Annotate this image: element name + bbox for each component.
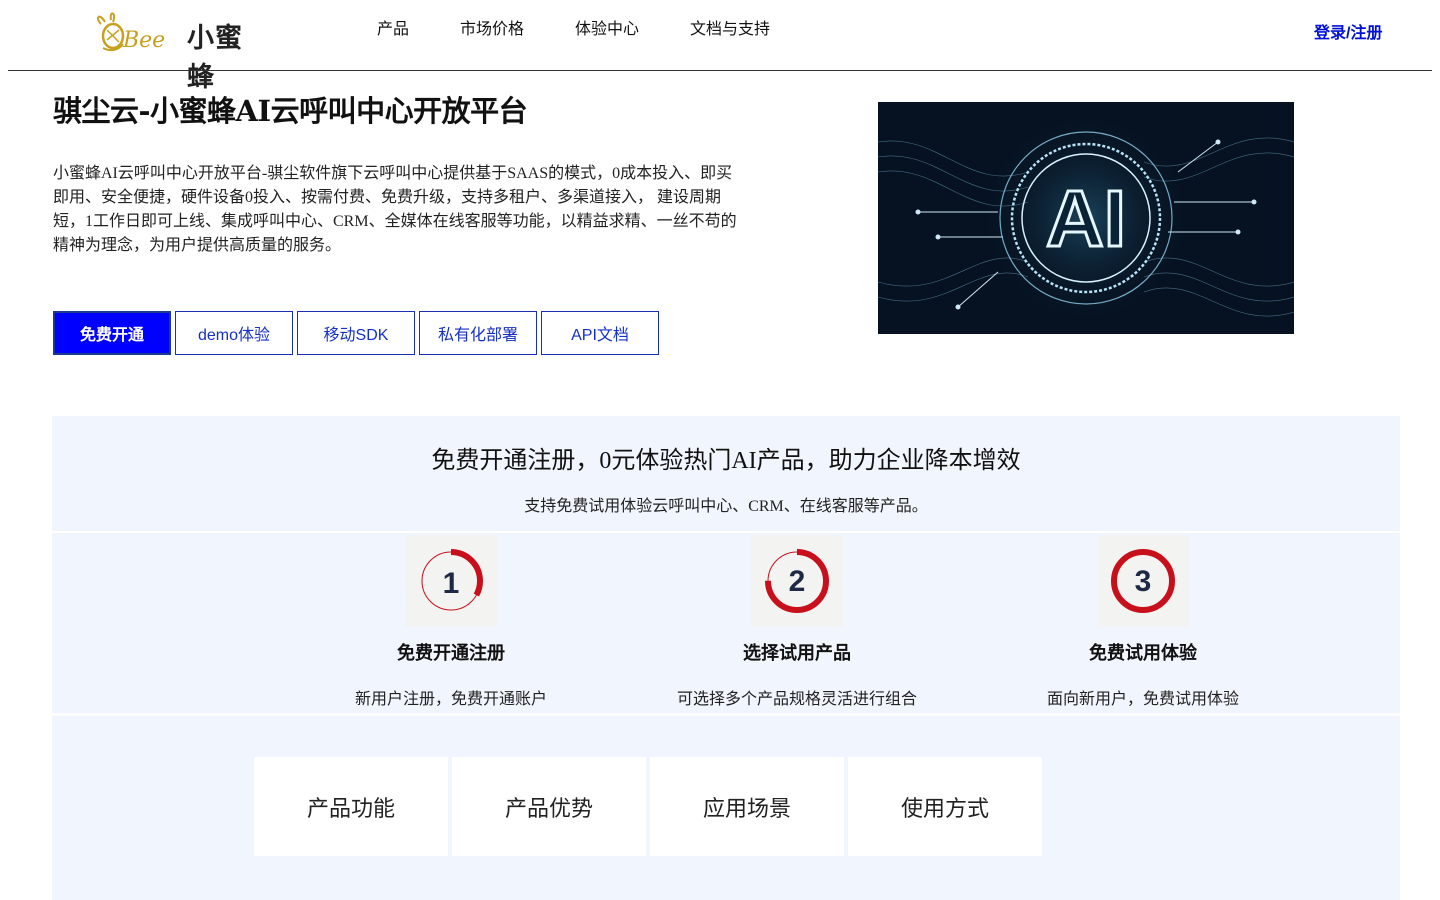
promo-subtitle: 支持免费试用体验云呼叫中心、CRM、在线客服等产品。 [524, 498, 928, 515]
step-item: 3 免费试用体验 面向新用户，免费试用体验 [993, 535, 1293, 709]
step-2-number: 2 [789, 565, 806, 598]
hero-button-row: 免费开通 demo体验 移动SDK 私有化部署 API文档 [53, 311, 663, 355]
step-2-desc: 可选择多个产品规格灵活进行组合 [676, 691, 917, 708]
nav-item-pricing[interactable]: 市场价格 [460, 20, 524, 40]
product-tabs-section: 产品功能 产品优势 应用场景 使用方式 [52, 716, 1400, 900]
step-item: 1 免费开通注册 新用户注册，免费开通账户 [301, 535, 601, 709]
free-signup-button[interactable]: 免费开通 [53, 311, 171, 355]
api-docs-button[interactable]: API文档 [541, 311, 659, 355]
logo-script: Bee [123, 28, 166, 53]
step-3-number: 3 [1135, 565, 1152, 598]
step-3-progress-icon: 3 [1097, 535, 1189, 627]
step-1-progress-icon: 1 [405, 535, 497, 627]
logo-text: 小蜜蜂 [187, 23, 243, 93]
step-item: 2 选择试用产品 可选择多个产品规格灵活进行组合 [647, 535, 947, 709]
main-nav: 产品 市场价格 体验中心 文档与支持 [377, 20, 821, 40]
hero-description: 小蜜蜂AI云呼叫中心开放平台-骐尘软件旗下云呼叫中心提供基于SAAS的模式，0成… [53, 165, 737, 254]
step-1-title: 免费开通注册 [397, 643, 505, 663]
logo[interactable]: Bee 小蜜蜂 [95, 8, 265, 93]
site-header: Bee 小蜜蜂 产品 市场价格 体验中心 文档与支持 登录/注册 [0, 0, 1440, 93]
header-divider [8, 70, 1432, 71]
demo-button[interactable]: demo体验 [175, 311, 293, 355]
tab-usage[interactable]: 使用方式 [848, 757, 1042, 856]
steps-section: 1 免费开通注册 新用户注册，免费开通账户 2 选择试用产品 可选择多个产品规格… [52, 533, 1400, 713]
tab-product-features[interactable]: 产品功能 [254, 757, 448, 856]
ai-image-text: AI [1046, 174, 1126, 263]
step-2-progress-icon: 2 [751, 535, 843, 627]
step-2-title: 选择试用产品 [743, 643, 851, 663]
hero-ai-image: AI [878, 102, 1294, 334]
nav-item-products[interactable]: 产品 [377, 20, 409, 40]
promo-section: 免费开通注册，0元体验热门AI产品，助力企业降本增效 支持免费试用体验云呼叫中心… [52, 416, 1400, 531]
step-3-title: 免费试用体验 [1089, 643, 1197, 663]
login-register-link[interactable]: 登录/注册 [1314, 19, 1382, 43]
step-3-desc: 面向新用户，免费试用体验 [1046, 691, 1239, 708]
step-1-desc: 新用户注册，免费开通账户 [354, 691, 547, 708]
private-deploy-button[interactable]: 私有化部署 [419, 311, 537, 355]
page-title: 骐尘云-小蜜蜂AI云呼叫中心开放平台 [53, 94, 528, 128]
promo-title: 免费开通注册，0元体验热门AI产品，助力企业降本增效 [431, 448, 1021, 474]
step-1-number: 1 [443, 567, 460, 600]
tab-use-cases[interactable]: 应用场景 [650, 757, 844, 856]
tab-product-advantages[interactable]: 产品优势 [452, 757, 646, 856]
nav-item-docs[interactable]: 文档与支持 [690, 20, 770, 40]
mobile-sdk-button[interactable]: 移动SDK [297, 311, 415, 355]
nav-item-experience[interactable]: 体验中心 [575, 20, 639, 40]
ai-circuit-graphic: AI [878, 102, 1294, 334]
